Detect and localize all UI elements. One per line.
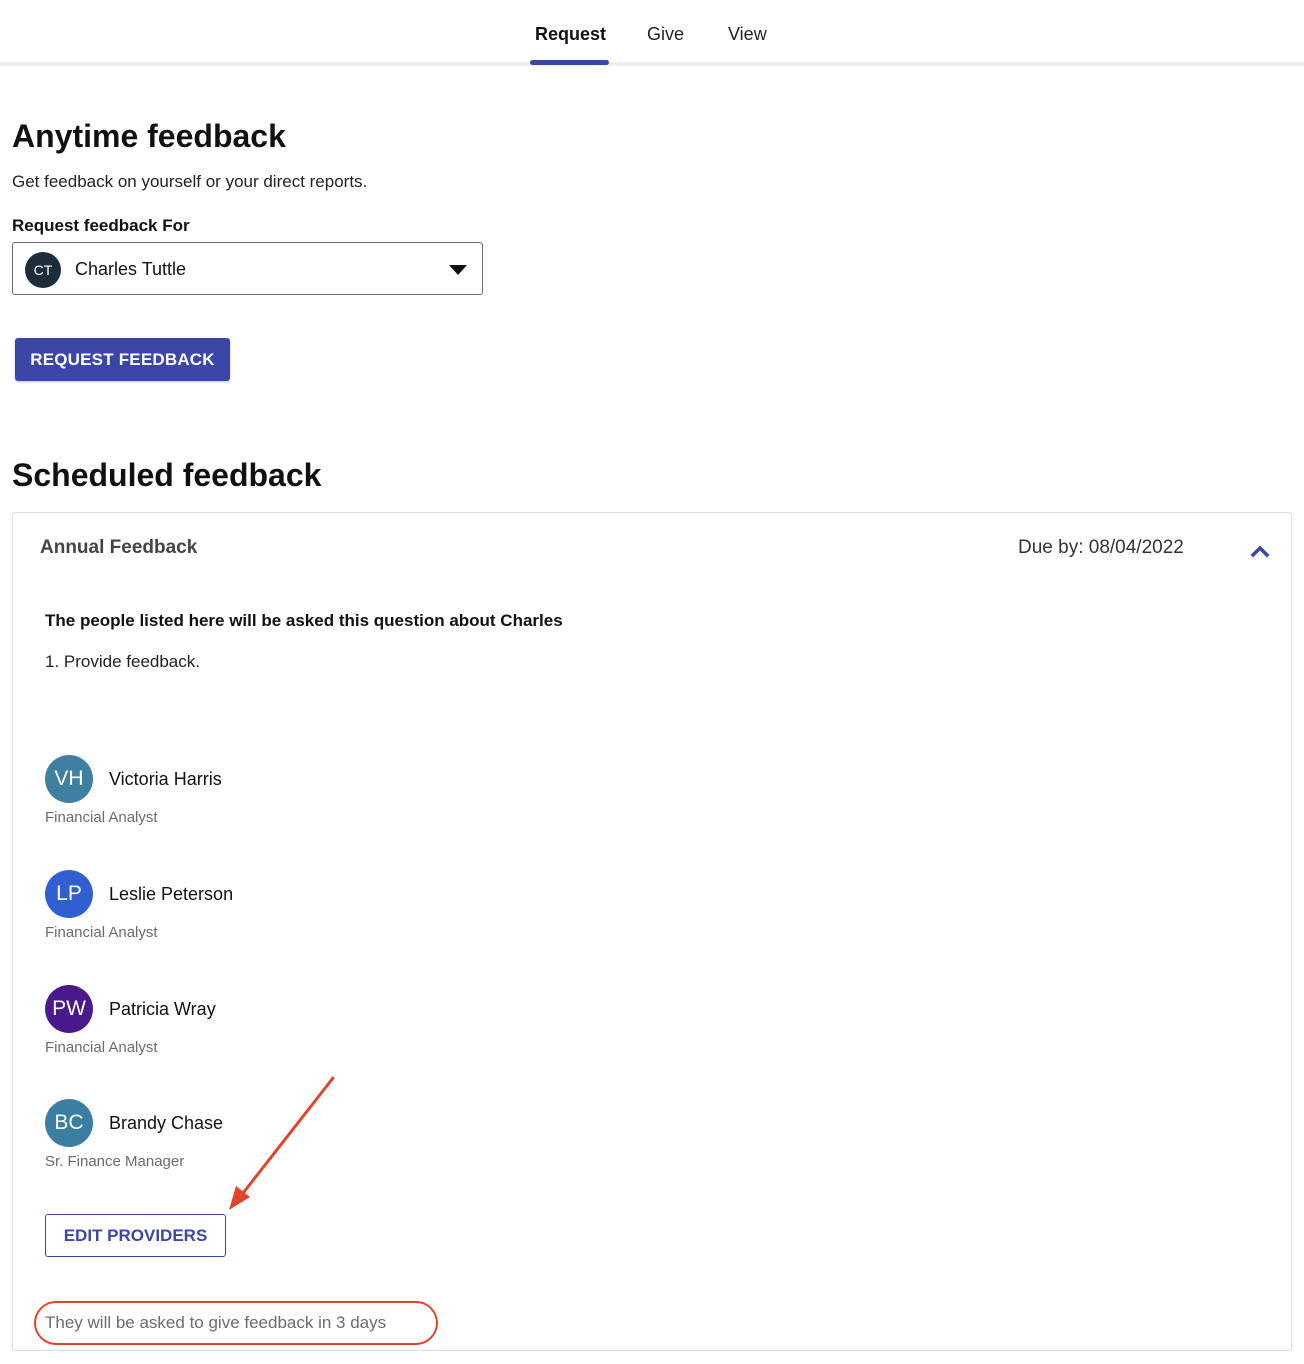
- avatar: VH: [45, 755, 93, 803]
- provider-item: PW Patricia Wray Financial Analyst: [45, 985, 445, 1065]
- selected-person-name: Charles Tuttle: [75, 259, 187, 279]
- scheduled-feedback-heading: Scheduled feedback: [12, 457, 322, 493]
- active-tab-indicator: [530, 60, 609, 65]
- provider-title: Financial Analyst: [45, 1039, 158, 1056]
- tab-request[interactable]: Request: [535, 24, 606, 45]
- provider-item: BC Brandy Chase Sr. Finance Manager: [45, 1099, 445, 1179]
- provider-name: Leslie Peterson: [109, 884, 234, 904]
- schedule-note: They will be asked to give feedback in 3…: [45, 1313, 387, 1332]
- avatar: LP: [45, 870, 93, 918]
- provider-name: Brandy Chase: [109, 1113, 224, 1133]
- provider-item: VH Victoria Harris Financial Analyst: [45, 755, 445, 835]
- anytime-feedback-subtitle: Get feedback on yourself or your direct …: [12, 172, 368, 191]
- chevron-up-icon[interactable]: [1250, 544, 1270, 558]
- provider-title: Financial Analyst: [45, 809, 158, 826]
- caret-down-icon: [449, 265, 467, 275]
- provider-title: Financial Analyst: [45, 924, 158, 941]
- request-feedback-button[interactable]: REQUEST FEEDBACK: [15, 338, 230, 381]
- tab-view[interactable]: View: [728, 24, 767, 45]
- provider-name: Patricia Wray: [109, 999, 216, 1019]
- edit-providers-button[interactable]: EDIT PROVIDERS: [45, 1214, 226, 1257]
- provider-title: Sr. Finance Manager: [45, 1153, 185, 1170]
- due-date: Due by: 08/04/2022: [1018, 537, 1184, 558]
- avatar: CT: [25, 252, 61, 288]
- request-for-select[interactable]: CT Charles Tuttle: [12, 242, 483, 295]
- question-heading: The people listed here will be asked thi…: [45, 611, 563, 630]
- card-title: Annual Feedback: [40, 537, 198, 558]
- anytime-feedback-heading: Anytime feedback: [12, 118, 286, 154]
- tab-give[interactable]: Give: [647, 24, 684, 45]
- provider-name: Victoria Harris: [109, 769, 222, 789]
- provider-item: LP Leslie Peterson Financial Analyst: [45, 870, 445, 950]
- avatar: PW: [45, 985, 93, 1033]
- annual-feedback-card: Annual Feedback Due by: 08/04/2022 The p…: [12, 512, 1292, 1351]
- avatar: BC: [45, 1099, 93, 1147]
- top-tab-bar: Request Give View: [0, 0, 1304, 66]
- question-text: 1. Provide feedback.: [45, 652, 200, 671]
- request-for-label: Request feedback For: [12, 216, 190, 235]
